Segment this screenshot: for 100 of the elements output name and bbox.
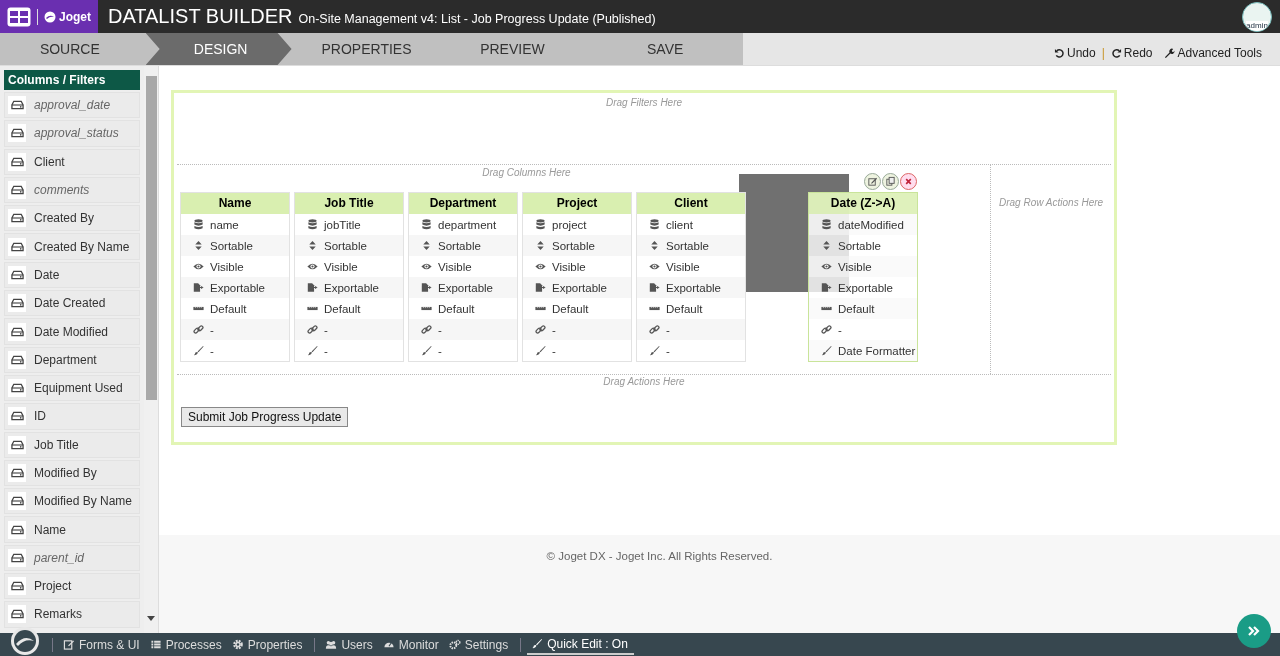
users-icon (325, 639, 338, 650)
brand-name: Joget (59, 9, 91, 24)
file-export-icon (193, 282, 204, 293)
column-title: Date (Z->A) (809, 193, 917, 214)
column-property: Default (438, 302, 475, 315)
eye-icon (307, 261, 318, 272)
field-item[interactable]: Equipment Used (4, 374, 141, 402)
field-item[interactable]: Job Title (4, 431, 141, 458)
field-item[interactable]: Date (4, 261, 141, 289)
field-item[interactable]: Date Modified (4, 318, 141, 345)
field-item[interactable]: ID (4, 403, 141, 430)
file-export-icon (535, 282, 546, 293)
action-button[interactable]: Submit Job Progress Update (181, 407, 349, 427)
undo-icon (1054, 47, 1065, 59)
field-item[interactable]: Name (4, 516, 141, 543)
brush-icon (649, 345, 660, 356)
field-item[interactable]: Project (4, 573, 141, 600)
field-item[interactable]: parent_id (4, 544, 141, 572)
column-property: Visible (666, 260, 700, 273)
field-item[interactable]: Client (4, 148, 141, 175)
column-property: Visible (438, 260, 472, 273)
user-avatar[interactable]: admin (1242, 1, 1272, 32)
field-item[interactable]: Created By (4, 205, 141, 232)
nav-link[interactable]: Users (321, 637, 379, 652)
field-item[interactable]: Date Created (4, 290, 141, 317)
edit-icon (63, 639, 75, 650)
drive-icon (10, 581, 24, 592)
column-property: Exportable (552, 281, 607, 294)
logo-icon[interactable] (10, 625, 40, 656)
sort-icon (421, 240, 432, 251)
column-property: Exportable (838, 281, 893, 294)
field-item[interactable]: approval_date (4, 92, 141, 119)
wrench-icon (1164, 47, 1176, 59)
column-property: Sortable (324, 239, 367, 252)
nav-link[interactable]: Quick Edit : On (527, 634, 634, 655)
redo-button[interactable]: Redo (1108, 46, 1155, 60)
field-item[interactable]: comments (4, 176, 141, 204)
eye-icon (649, 261, 660, 272)
field-item[interactable]: Remarks (4, 601, 141, 628)
nav-link[interactable]: Settings (444, 637, 515, 652)
sort-icon (193, 240, 204, 251)
field-item[interactable]: Department (4, 346, 141, 373)
close-button[interactable] (900, 173, 917, 190)
column-property: Sortable (838, 239, 881, 252)
brush-icon (421, 345, 432, 356)
drop-hint: Drag Row Actions Here (999, 197, 1104, 208)
file-export-icon (307, 282, 318, 293)
drive-icon (10, 213, 24, 224)
column-card[interactable]: Project project Sortable Visible Exportable Default - - (522, 192, 632, 362)
column-property: - (552, 323, 556, 336)
column-property: Default (666, 302, 703, 315)
link-icon (821, 324, 832, 335)
brush-icon (535, 345, 546, 356)
nav-link[interactable]: Monitor (378, 637, 445, 652)
column-card[interactable]: Job Title jobTitle Sortable Visible Exportable Default - - (294, 192, 404, 362)
page-subtitle: On-Site Management v4: List - Job Progress Update (Published) (298, 11, 656, 26)
brush-icon (193, 345, 204, 356)
column-card[interactable]: Name name Sortable Visible Exportable Default - - (180, 192, 290, 362)
column-property: - (666, 323, 670, 336)
file-export-icon (649, 282, 660, 293)
drive-icon (10, 609, 24, 620)
column-property: Visible (838, 260, 872, 273)
advanced-tools-button[interactable]: Advanced Tools (1162, 46, 1264, 60)
sort-icon (649, 240, 660, 251)
column-title: Department (409, 193, 517, 214)
link-icon (307, 324, 318, 335)
link-icon (193, 324, 204, 335)
column-property: - (324, 323, 328, 336)
undo-button[interactable]: Undo (1052, 46, 1098, 60)
column-property: Visible (552, 260, 586, 273)
field-item[interactable]: Created By Name (4, 233, 141, 260)
field-item[interactable]: Modified By Name (4, 488, 141, 515)
column-title: Project (523, 193, 631, 214)
database-icon (307, 219, 318, 230)
column-property: - (438, 323, 442, 336)
edit-button[interactable] (864, 173, 881, 190)
sort-icon (821, 240, 832, 251)
drop-hint: Drag Columns Here (482, 167, 571, 178)
drive-icon (10, 439, 24, 450)
drop-hint: Drag Actions Here (603, 376, 685, 387)
nav-link[interactable]: Processes (145, 637, 228, 652)
step-tab[interactable]: DESIGN (145, 33, 292, 65)
file-export-icon (421, 282, 432, 293)
column-property: Default (838, 302, 875, 315)
drive-icon (10, 298, 24, 309)
nav-link[interactable]: Forms & UI (59, 637, 146, 652)
column-property: - (552, 344, 556, 357)
drive-icon (10, 100, 24, 111)
brush-icon (307, 345, 318, 356)
file-export-icon (821, 282, 832, 293)
column-card[interactable]: Department department Sortable Visible Exportable Default - - (408, 192, 518, 362)
field-item[interactable]: Modified By (4, 459, 141, 487)
apps-grid-icon[interactable] (7, 6, 31, 27)
column-card[interactable]: Client client Sortable Visible Exportable Default - - (636, 192, 746, 362)
link-icon (535, 324, 546, 335)
copy-button[interactable] (882, 173, 899, 190)
builder-title: DATALIST BUILDER (108, 5, 293, 28)
field-item[interactable]: approval_status (4, 120, 141, 147)
column-property: Default (552, 302, 589, 315)
nav-link[interactable]: Properties (227, 637, 309, 652)
